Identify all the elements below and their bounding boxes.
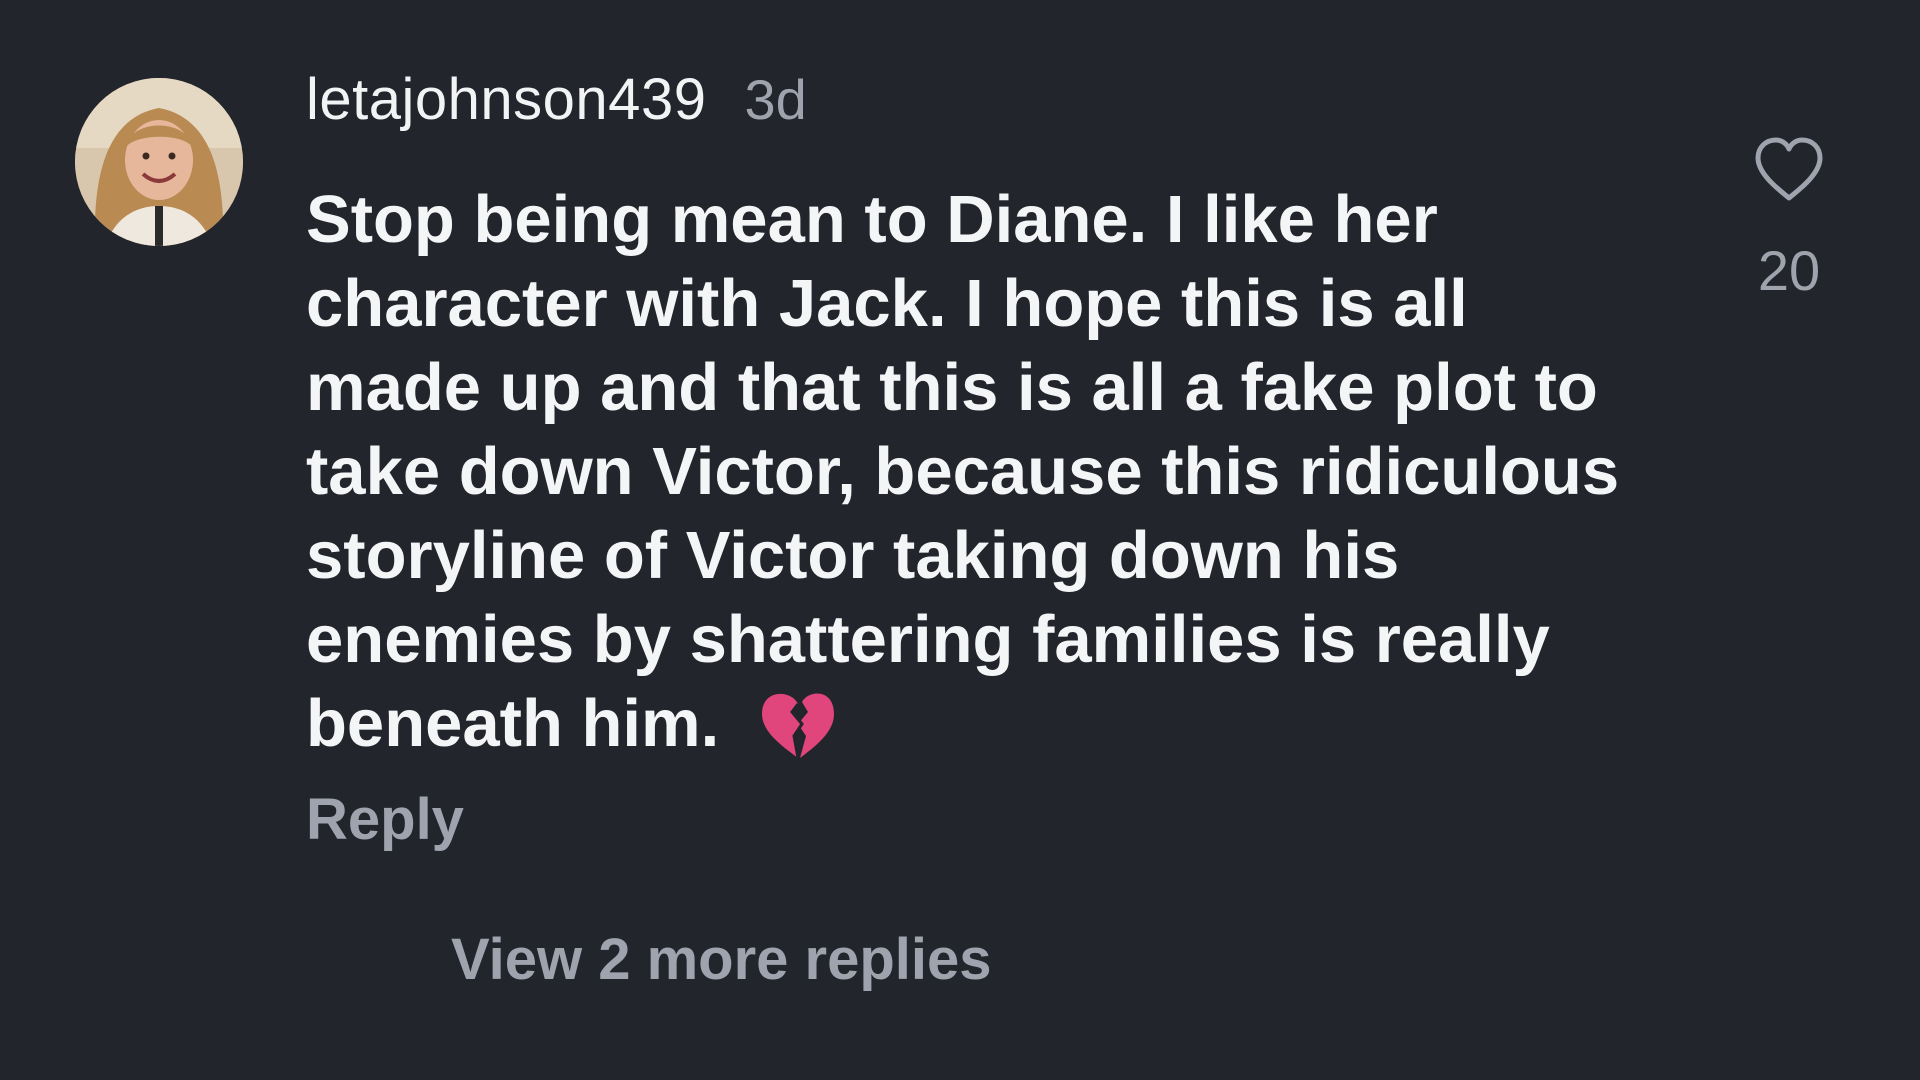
comment-header: letajohnson439 3d — [306, 66, 807, 133]
broken-heart-icon — [758, 686, 838, 762]
timestamp: 3d — [744, 68, 807, 131]
comment-item: letajohnson439 3d Stop being mean to Dia… — [0, 0, 1920, 1080]
username[interactable]: letajohnson439 — [306, 66, 706, 133]
avatar[interactable] — [75, 78, 243, 246]
comment-text: Stop being mean to Diane. I like her cha… — [306, 182, 1620, 761]
heart-outline-icon[interactable] — [1752, 134, 1826, 208]
comment-text-container: Stop being mean to Diane. I like her cha… — [306, 178, 1646, 766]
like-count: 20 — [1757, 239, 1821, 302]
reply-button[interactable]: Reply — [306, 786, 464, 853]
avatar-photo — [75, 78, 243, 246]
view-more-replies-button[interactable]: View 2 more replies — [451, 926, 992, 993]
